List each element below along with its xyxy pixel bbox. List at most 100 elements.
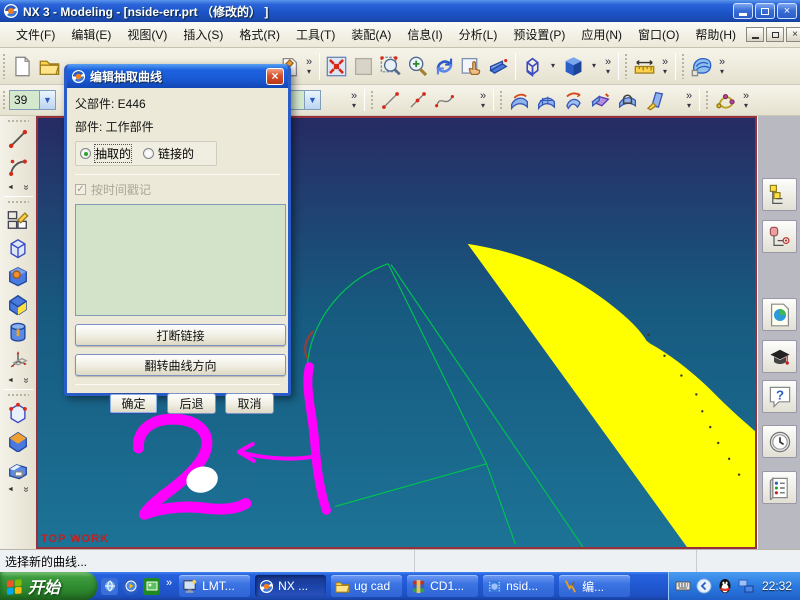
menu-insert[interactable]: 插入(S)	[175, 23, 231, 46]
menu-preferences[interactable]: 预设置(P)	[505, 23, 573, 46]
timestamp-checkbox[interactable]: ✓	[75, 184, 86, 195]
cylinder-button[interactable]	[4, 318, 32, 346]
layer-dropdown-arrow[interactable]: ▼	[39, 90, 56, 110]
wireframe-dropdown[interactable]: ▾	[546, 62, 560, 70]
wireframe-display-button[interactable]	[519, 53, 546, 80]
zoom-box-button[interactable]	[350, 53, 377, 80]
toolbar-grip[interactable]	[370, 89, 375, 111]
arc-button[interactable]	[4, 153, 32, 181]
perspective-button[interactable]	[485, 53, 512, 80]
surface-tool-1-button[interactable]	[506, 87, 533, 114]
quick-launch-image-viewer-icon[interactable]	[143, 577, 160, 595]
hide-icons-chevron-icon[interactable]	[696, 578, 712, 594]
toolbar-grip[interactable]	[7, 119, 29, 124]
curve-overflow[interactable]: » ▾	[476, 90, 490, 110]
network-status-icon[interactable]	[738, 578, 754, 594]
toolbar-expand-row[interactable]: ◄»	[4, 374, 32, 387]
menu-edit[interactable]: 编辑(E)	[63, 23, 119, 46]
menu-format[interactable]: 格式(R)	[231, 23, 288, 46]
roles-tab[interactable]	[762, 340, 797, 373]
menu-application[interactable]: 应用(N)	[573, 23, 630, 46]
back-button[interactable]: 后退	[167, 393, 216, 414]
taskbar-button-nx[interactable]: NX ...	[255, 575, 327, 597]
fit-view-button[interactable]	[323, 53, 350, 80]
surface-tool-6-button[interactable]	[641, 87, 668, 114]
boolean-button[interactable]	[4, 427, 32, 455]
rotate-view-button[interactable]	[431, 53, 458, 80]
surface-tool-3-button[interactable]	[560, 87, 587, 114]
color-dropdown-arrow[interactable]: ▼	[304, 90, 321, 110]
toolbar-expand-row[interactable]: ◄»	[4, 483, 32, 496]
menu-window[interactable]: 窗口(O)	[630, 23, 687, 46]
sketch-overflow[interactable]: » ▾	[739, 90, 753, 110]
toolbar-grip[interactable]	[7, 200, 29, 205]
toolbar-grip[interactable]	[2, 89, 7, 111]
surface-tool-2-button[interactable]	[533, 87, 560, 114]
zoom-button[interactable]	[377, 53, 404, 80]
dialog-title-bar[interactable]: 编辑抽取曲线 ×	[67, 64, 288, 88]
toolbar-grip[interactable]	[681, 53, 686, 79]
menu-file[interactable]: 文件(F)	[8, 23, 63, 46]
palettes-tab[interactable]	[762, 471, 797, 504]
shaded-dropdown[interactable]: ▾	[587, 62, 601, 70]
information-window-tab[interactable]	[762, 298, 797, 331]
menu-analysis[interactable]: 分析(L)	[451, 23, 506, 46]
mdi-close-button[interactable]: ×	[786, 27, 800, 42]
boss-button[interactable]	[4, 262, 32, 290]
cancel-button[interactable]: 取消	[225, 393, 274, 414]
help-tab[interactable]: ?	[762, 380, 797, 413]
layer-combo[interactable]: 39 ▼	[9, 90, 56, 110]
taskbar-button-bian[interactable]: 编...	[559, 575, 631, 597]
part-navigator-tab[interactable]	[762, 220, 797, 253]
radio-linked-dot[interactable]	[143, 148, 155, 159]
input-method-keyboard-icon[interactable]	[675, 578, 691, 594]
mdi-minimize-button[interactable]	[746, 27, 764, 42]
menu-help[interactable]: 帮助(H)	[687, 23, 744, 46]
extrude-button[interactable]	[4, 234, 32, 262]
menu-information[interactable]: 信息(I)	[399, 23, 450, 46]
open-file-button[interactable]	[36, 53, 63, 80]
menu-view[interactable]: 视图(V)	[119, 23, 175, 46]
toolbar-grip[interactable]	[705, 89, 710, 111]
radio-extracted-dot[interactable]	[80, 148, 91, 159]
edit-feature-button[interactable]	[4, 399, 32, 427]
toolbar-grip[interactable]	[624, 53, 629, 79]
history-tab[interactable]	[762, 425, 797, 458]
shaded-display-button[interactable]	[560, 53, 587, 80]
surface-overflow[interactable]: » ▾	[682, 90, 696, 110]
ok-button[interactable]: 确定	[109, 393, 158, 414]
taskbar-button-ugcad[interactable]: ug cad	[331, 575, 403, 597]
view-toolbar-overflow[interactable]: » ▾	[601, 56, 615, 76]
reverse-curve-direction-button[interactable]: 翻转曲线方向	[75, 354, 286, 376]
surface-tool-4-button[interactable]	[587, 87, 614, 114]
taskbar-clock[interactable]: 22:32	[762, 579, 792, 593]
layer-value[interactable]: 39	[9, 90, 39, 110]
pan-view-button[interactable]	[458, 53, 485, 80]
sketch-curve-tool-button[interactable]	[712, 87, 739, 114]
surface-tool-5-button[interactable]	[614, 87, 641, 114]
dialog-close-button[interactable]: ×	[266, 67, 284, 85]
radio-extracted[interactable]: 抽取的	[80, 144, 133, 163]
taskbar-button-cd1[interactable]: CD1...	[407, 575, 479, 597]
toolbar-overflow[interactable]: » ▾	[302, 56, 316, 76]
line-tool-button[interactable]	[377, 87, 404, 114]
quick-launch-media-player-icon[interactable]	[122, 577, 139, 595]
taskbar-button-lmt[interactable]: LMT...	[179, 575, 251, 597]
datum-csys-button[interactable]	[4, 346, 32, 374]
start-button[interactable]: 开始	[0, 572, 97, 600]
close-button[interactable]: ×	[777, 3, 797, 19]
measure-button[interactable]	[631, 53, 658, 80]
sketch-button[interactable]	[4, 206, 32, 234]
utility-overflow[interactable]: » ▾	[347, 90, 361, 110]
assembly-navigator-tab[interactable]	[762, 178, 797, 211]
radio-linked[interactable]: 链接的	[143, 145, 194, 162]
minimize-button[interactable]	[733, 3, 753, 19]
taskbar-button-nsid[interactable]: nsid...	[483, 575, 555, 597]
measure-overflow[interactable]: » ▾	[658, 56, 672, 76]
toolbar-grip[interactable]	[499, 89, 504, 111]
mdi-restore-button[interactable]	[766, 27, 784, 42]
toolbar-grip[interactable]	[2, 53, 7, 79]
restore-button[interactable]	[755, 3, 775, 19]
spline-tool-button[interactable]	[431, 87, 458, 114]
block-button[interactable]	[4, 290, 32, 318]
